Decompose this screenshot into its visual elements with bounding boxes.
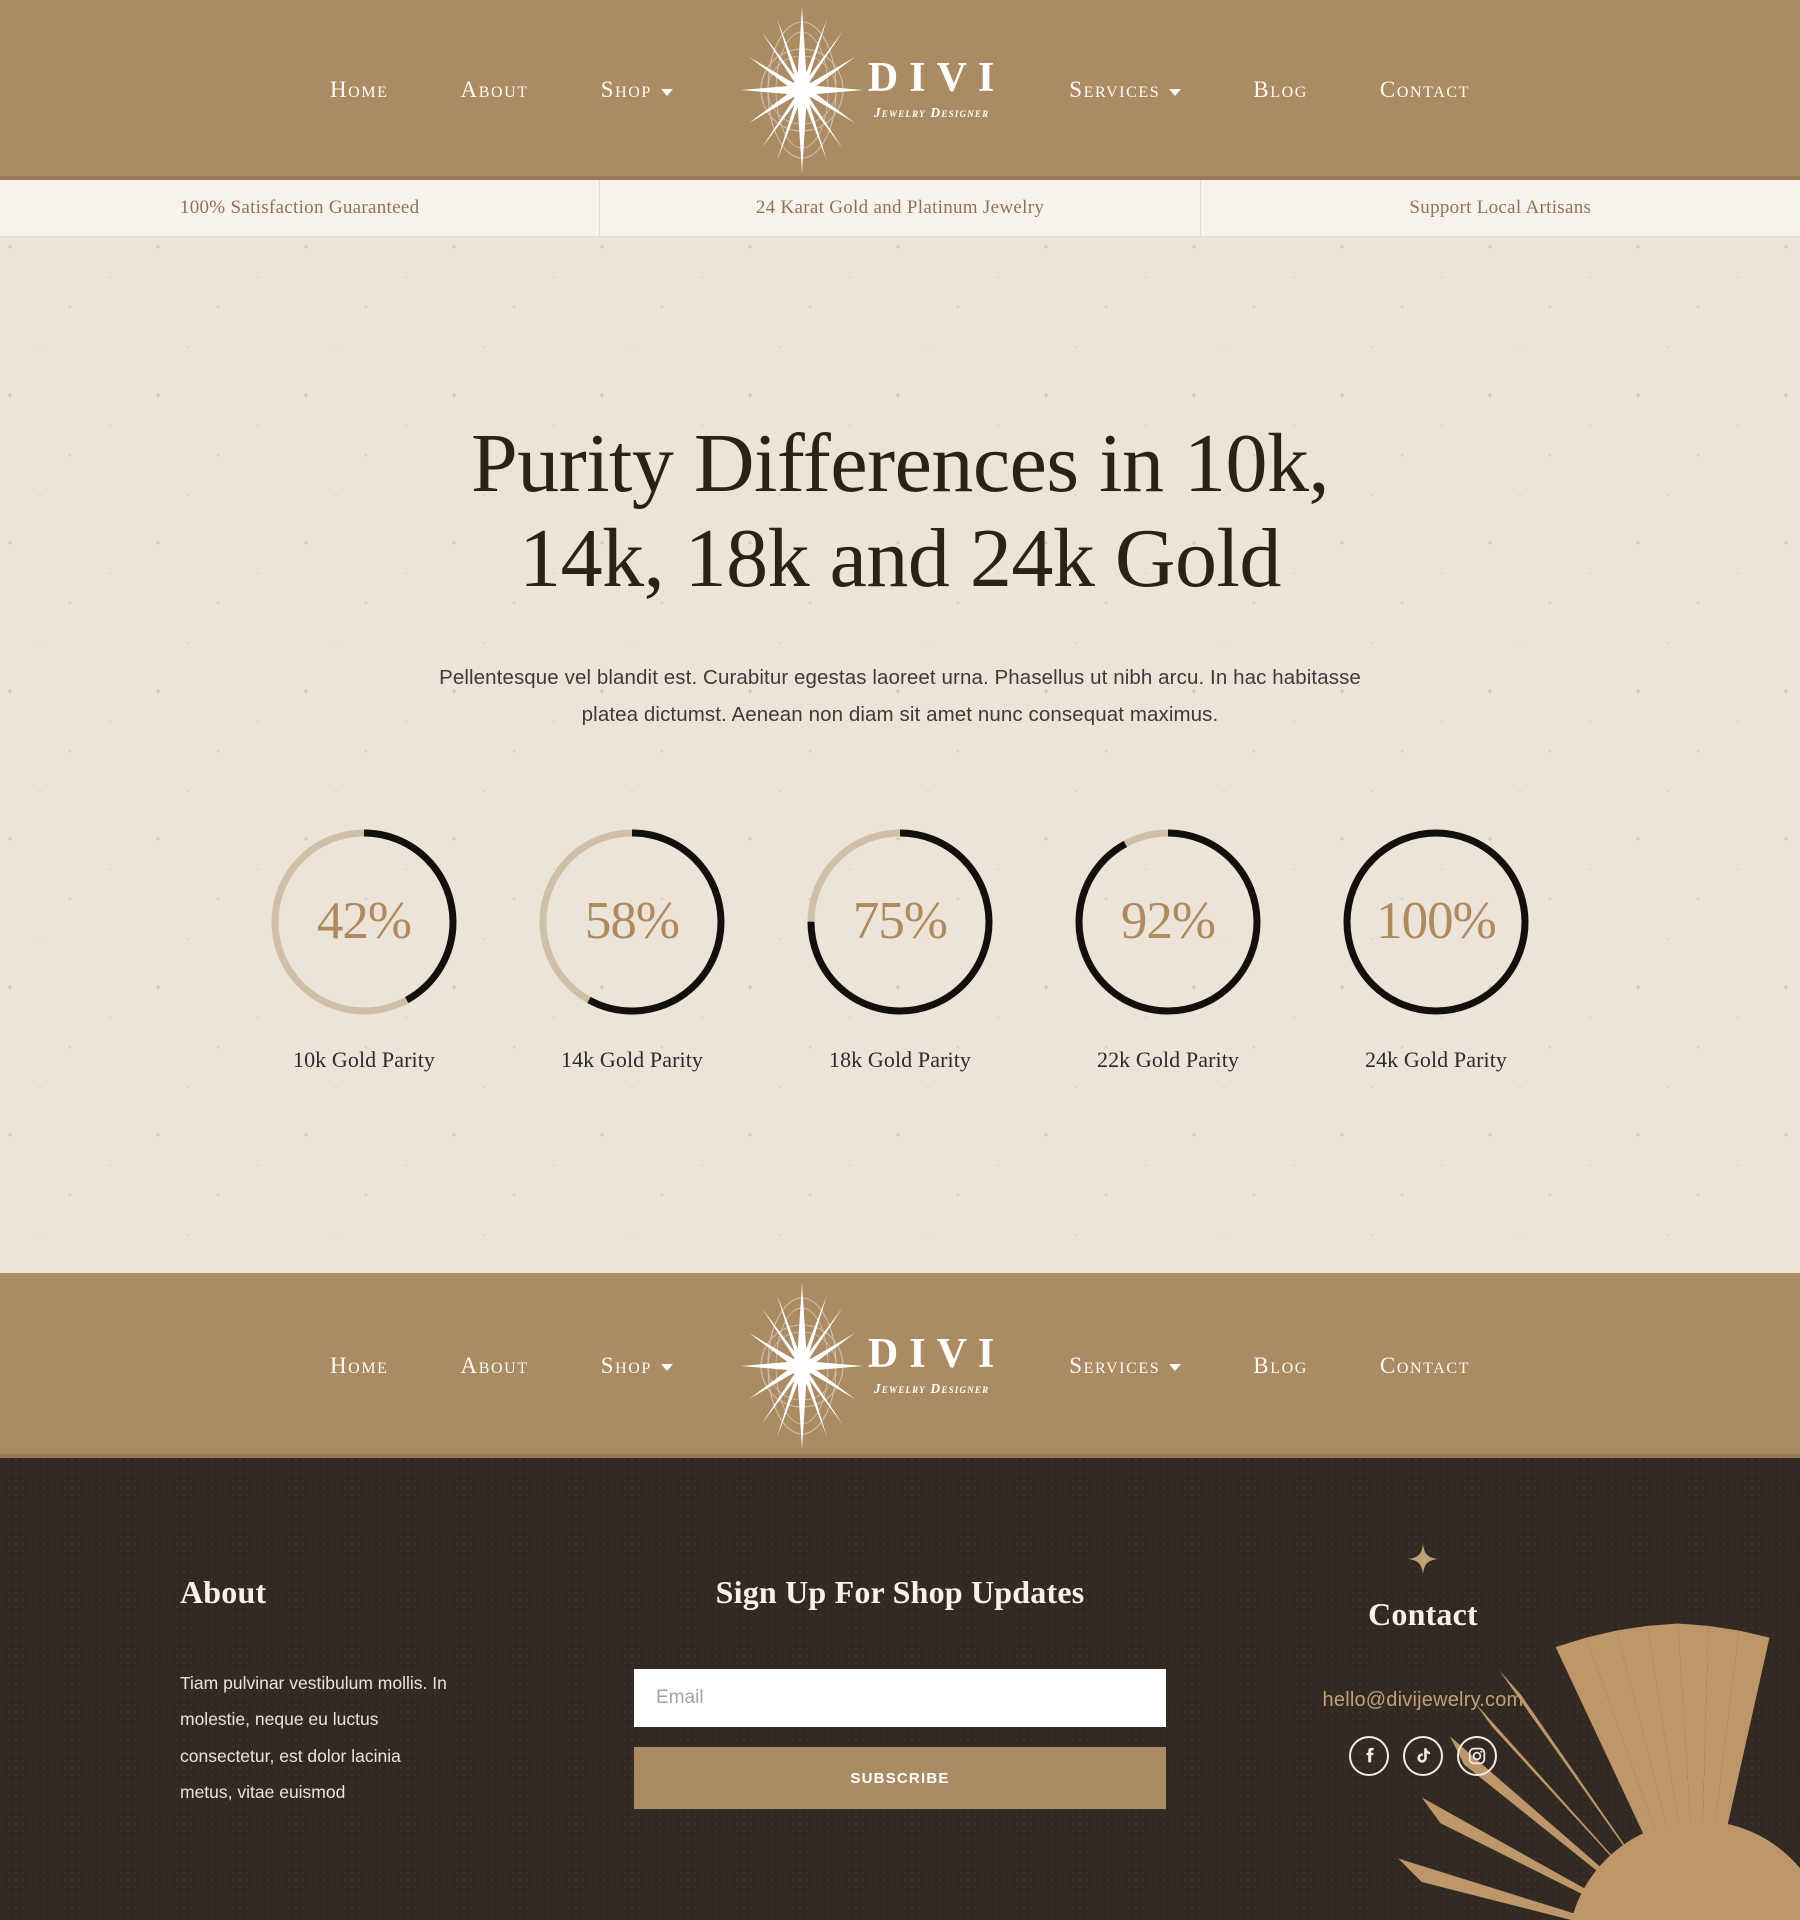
footer-column-signup: Sign Up For Shop Updates SUBSCRIBE (574, 1536, 1226, 1810)
nav-item-label: Home (329, 77, 389, 102)
dial-value: 75% (852, 891, 948, 950)
nav-item-label: Home (329, 1352, 389, 1378)
nav-item-about[interactable]: About (461, 67, 529, 113)
nav-item-label: Services (1069, 1352, 1161, 1378)
chevron-down-icon (1169, 88, 1182, 96)
nav-item-label: Blog (1253, 77, 1308, 102)
dial-value: 42% (316, 891, 412, 950)
counter-item: 75% 18k Gold Parity (766, 825, 1034, 1073)
nav-item-home[interactable]: Home (330, 67, 389, 113)
dial-value: 92% (1120, 891, 1216, 950)
nav-item-label: Shop (600, 77, 652, 102)
footer-nav-group-left: Home About Shop (294, 1343, 709, 1389)
footer-nav-item-about[interactable]: About (461, 1343, 529, 1389)
footer-navigation: Home About Shop DIVI Jewelry Designer Se… (0, 1281, 1800, 1451)
counter-item: 92% 22k Gold Parity (1034, 825, 1302, 1073)
page-subtitle: Pellentesque vel blandit est. Curabitur … (439, 665, 1361, 727)
nav-item-label: Contact (1379, 77, 1471, 102)
facebook-icon[interactable] (1348, 1736, 1389, 1777)
chevron-down-icon (1169, 1364, 1182, 1372)
footer-navigation-bar: Home About Shop DIVI Jewelry Designer Se… (0, 1273, 1800, 1459)
nav-item-blog[interactable]: Blog (1253, 67, 1308, 113)
nav-item-label: About (460, 1352, 529, 1378)
circle-progress-dial: 58% (535, 825, 729, 1019)
footer-column-about: About Tiam pulvinar vestibulum mollis. I… (180, 1536, 574, 1809)
counter-label: 18k Gold Parity (828, 1047, 972, 1073)
announcement-item: 100% Satisfaction Guaranteed (0, 180, 601, 236)
page-title-line-2: 14k, 18k and 24k Gold (519, 511, 1281, 605)
counter-label: 10k Gold Parity (292, 1047, 436, 1073)
page-title: Purity Differences in 10k, 14k, 18k and … (400, 417, 1400, 607)
circle-progress-dial: 92% (1071, 825, 1265, 1019)
logo-tagline: Jewelry Designer (873, 104, 990, 120)
nav-item-label: Services (1069, 77, 1161, 102)
nav-item-label: Contact (1379, 1352, 1471, 1378)
counter-label: 24k Gold Parity (1364, 1047, 1508, 1073)
footer-column-contact: Contact hello@divijewelry.com (1226, 1536, 1620, 1809)
primary-navigation: Home About Shop DIVI Jewelry Designer Se… (0, 5, 1800, 175)
compass-rose-starburst-icon (737, 5, 867, 175)
announcement-item: Support Local Artisans (1409, 197, 1592, 218)
announcement-bar: 100% Satisfaction Guaranteed 24 Karat Go… (0, 180, 1800, 237)
footer-site-logo[interactable]: DIVI Jewelry Designer (737, 1281, 1005, 1451)
nav-item-label: Blog (1253, 1352, 1308, 1378)
footer-nav-item-contact[interactable]: Contact (1380, 1343, 1470, 1389)
circle-progress-dial: 100% (1339, 825, 1533, 1019)
site-logo[interactable]: DIVI Jewelry Designer (737, 5, 1005, 175)
circle-progress-dial: 42% (267, 825, 461, 1019)
counter-item: 58% 14k Gold Parity (498, 825, 766, 1073)
nav-item-label: Shop (600, 1352, 652, 1378)
footer-contact-heading: Contact (1368, 1596, 1478, 1633)
counter-item: 42% 10k Gold Parity (230, 825, 498, 1073)
compass-rose-starburst-icon (737, 1281, 867, 1451)
circle-progress-dial: 75% (803, 825, 997, 1019)
footer-about-text: Tiam pulvinar vestibulum mollis. In mole… (180, 1673, 447, 1802)
counter-item: 100% 24k Gold Parity (1302, 825, 1570, 1073)
footer-nav-item-blog[interactable]: Blog (1253, 1343, 1308, 1389)
instagram-icon[interactable] (1456, 1736, 1497, 1777)
logo-wordmark: DIVI Jewelry Designer (857, 57, 1005, 124)
footer-logo-wordmark: DIVI Jewelry Designer (857, 1333, 1005, 1400)
footer-nav-group-right: Services Blog Contact (1033, 1343, 1506, 1389)
four-point-sparkle-icon (1407, 1544, 1438, 1575)
subscribe-button[interactable]: SUBSCRIBE (634, 1747, 1166, 1810)
footer-about-heading: About (180, 1574, 267, 1611)
nav-group-right: Services Blog Contact (1033, 67, 1506, 113)
logo-tagline: Jewelry Designer (873, 1380, 990, 1396)
footer-nav-item-services[interactable]: Services (1069, 1343, 1182, 1389)
chevron-down-icon (660, 88, 673, 96)
gold-parity-circle-chart: 42% 10k Gold Parity 58% 14k Gold Parity … (0, 825, 1800, 1073)
nav-item-shop[interactable]: Shop (601, 67, 673, 113)
footer-nav-item-shop[interactable]: Shop (601, 1343, 673, 1389)
site-header: Home About Shop DIVI Jewelry Designer Se… (0, 0, 1800, 180)
site-footer: About Tiam pulvinar vestibulum mollis. I… (0, 1458, 1800, 1920)
nav-group-left: Home About Shop (294, 67, 709, 113)
main-content: Purity Differences in 10k, 14k, 18k and … (0, 237, 1800, 1273)
chevron-down-icon (660, 1364, 673, 1372)
dial-value: 58% (584, 891, 680, 950)
page-title-line-1: Purity Differences in 10k, (471, 417, 1329, 510)
nav-item-services[interactable]: Services (1069, 67, 1182, 113)
nav-item-contact[interactable]: Contact (1380, 67, 1470, 113)
dial-value: 100% (1376, 891, 1497, 950)
social-links (1226, 1736, 1620, 1777)
email-field[interactable] (634, 1669, 1166, 1728)
tiktok-icon[interactable] (1402, 1736, 1443, 1777)
logo-brand-name: DIVI (867, 54, 1006, 101)
counter-label: 14k Gold Parity (560, 1047, 704, 1073)
contact-email-link[interactable]: hello@divijewelry.com (1226, 1689, 1620, 1712)
counter-label: 22k Gold Parity (1096, 1047, 1240, 1073)
announcement-item: 24 Karat Gold and Platinum Jewelry (600, 180, 1201, 236)
logo-brand-name: DIVI (867, 1330, 1006, 1377)
nav-item-label: About (460, 77, 529, 102)
footer-nav-item-home[interactable]: Home (330, 1343, 389, 1389)
footer-signup-heading: Sign Up For Shop Updates (715, 1574, 1085, 1611)
